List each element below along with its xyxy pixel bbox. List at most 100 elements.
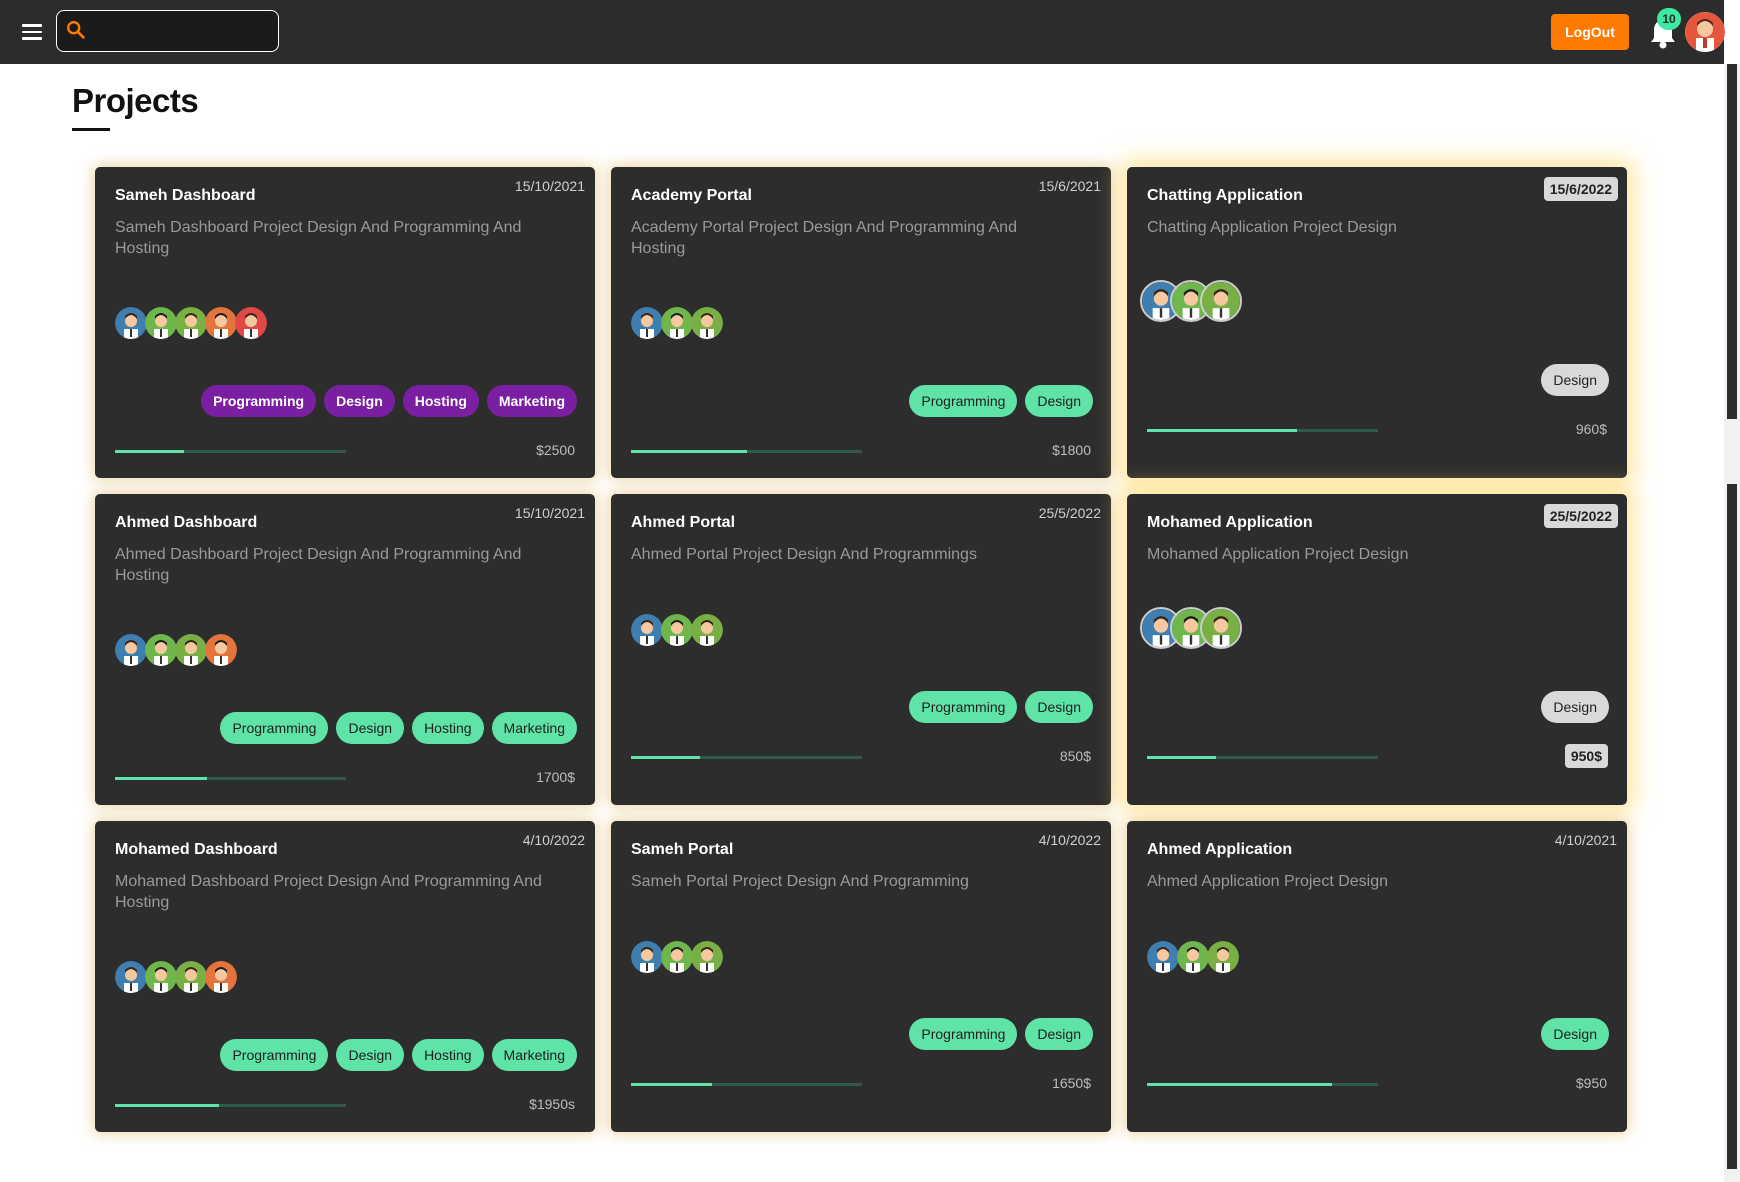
project-date: 15/6/2021	[1038, 178, 1101, 194]
tag-hosting[interactable]: Hosting	[412, 1039, 484, 1071]
tag-programming[interactable]: Programming	[909, 1018, 1018, 1050]
project-price: 1700$	[536, 769, 575, 785]
project-price: 1650$	[1052, 1075, 1091, 1091]
team-members	[1140, 607, 1242, 649]
project-card[interactable]: Mohamed Application 25/5/2022 Mohamed Appl…	[1127, 494, 1627, 805]
project-card[interactable]: Ahmed Portal 25/5/2022 Ahmed Portal Projec…	[611, 494, 1111, 805]
project-card[interactable]: Sameh Portal 4/10/2022 Sameh Portal Projec…	[611, 821, 1111, 1132]
member-avatar[interactable]	[175, 961, 207, 993]
project-title[interactable]: Chatting Application	[1147, 187, 1303, 205]
member-avatar[interactable]	[205, 634, 237, 666]
member-avatar[interactable]	[631, 307, 663, 339]
member-avatar[interactable]	[175, 634, 207, 666]
project-card[interactable]: Sameh Dashboard 15/10/2021 Sameh Dashboard…	[95, 167, 595, 478]
member-avatar[interactable]	[175, 307, 207, 339]
tag-marketing[interactable]: Marketing	[491, 712, 577, 744]
member-avatar[interactable]	[235, 307, 267, 339]
project-title[interactable]: Sameh Portal	[631, 841, 733, 859]
tag-marketing[interactable]: Marketing	[486, 385, 577, 417]
tag-design[interactable]: Design	[336, 712, 405, 744]
project-card[interactable]: Ahmed Application 4/10/2021 Ahmed Applicat…	[1127, 821, 1627, 1132]
team-members	[631, 307, 723, 339]
tag-hosting[interactable]: Hosting	[402, 385, 479, 417]
tag-programming[interactable]: Programming	[909, 385, 1018, 417]
project-title[interactable]: Ahmed Dashboard	[115, 514, 257, 532]
member-avatar[interactable]	[1147, 941, 1179, 973]
team-members	[115, 307, 267, 339]
project-tags: Programming Design	[909, 691, 1093, 723]
tag-hosting[interactable]: Hosting	[412, 712, 484, 744]
member-avatar[interactable]	[145, 961, 177, 993]
project-title[interactable]: Ahmed Application	[1147, 841, 1292, 859]
member-avatar[interactable]	[691, 941, 723, 973]
project-title[interactable]: Academy Portal	[631, 187, 752, 205]
member-avatar[interactable]	[1200, 607, 1242, 649]
member-avatar[interactable]	[691, 307, 723, 339]
project-date: 25/5/2022	[1543, 504, 1618, 528]
member-avatar[interactable]	[145, 307, 177, 339]
project-price: $2500	[536, 442, 575, 458]
progress-bar	[115, 777, 346, 780]
hamburger-menu-icon[interactable]	[22, 20, 50, 44]
progress-fill	[631, 756, 701, 759]
logout-button[interactable]: LogOut	[1551, 14, 1629, 50]
project-title[interactable]: Sameh Dashboard	[115, 187, 255, 205]
tag-design[interactable]: Design	[1025, 691, 1093, 723]
project-card[interactable]: Chatting Application 15/6/2022 Chatting Ap…	[1127, 167, 1627, 478]
tag-marketing[interactable]: Marketing	[491, 1039, 577, 1071]
scrollbar-thumb[interactable]	[1727, 64, 1737, 419]
member-avatar[interactable]	[661, 941, 693, 973]
page-scrollbar[interactable]	[1724, 64, 1740, 1182]
project-price: $1800	[1052, 442, 1091, 458]
top-navbar: LogOut 10	[0, 0, 1725, 64]
member-avatar[interactable]	[661, 614, 693, 646]
tag-design[interactable]: Design	[1025, 1018, 1093, 1050]
project-title[interactable]: Ahmed Portal	[631, 514, 735, 532]
progress-fill	[115, 777, 208, 780]
project-date: 4/10/2022	[1038, 832, 1101, 848]
project-tags: Programming Design Hosting Marketing	[201, 385, 577, 417]
member-avatar[interactable]	[1207, 941, 1239, 973]
tag-design[interactable]: Design	[336, 1039, 405, 1071]
notification-badge: 10	[1657, 8, 1681, 30]
member-avatar[interactable]	[691, 614, 723, 646]
search-box[interactable]	[56, 10, 279, 52]
project-price: 950$	[1564, 744, 1608, 768]
tag-programming[interactable]: Programming	[220, 712, 329, 744]
tag-design[interactable]: Design	[1541, 691, 1609, 723]
member-avatar[interactable]	[205, 307, 237, 339]
member-avatar[interactable]	[115, 961, 147, 993]
member-avatar[interactable]	[1177, 941, 1209, 973]
project-description: Sameh Portal Project Design And Programm…	[631, 873, 969, 890]
progress-bar	[1147, 756, 1378, 759]
project-title[interactable]: Mohamed Application	[1147, 514, 1313, 532]
member-avatar[interactable]	[661, 307, 693, 339]
member-avatar[interactable]	[145, 634, 177, 666]
project-card[interactable]: Academy Portal 15/6/2021 Academy Portal Pr…	[611, 167, 1111, 478]
project-card[interactable]: Mohamed Dashboard 4/10/2022 Mohamed Dashbo…	[95, 821, 595, 1132]
progress-fill	[1147, 756, 1217, 759]
team-members	[631, 614, 723, 646]
member-avatar[interactable]	[115, 307, 147, 339]
page-title: Projects	[72, 82, 199, 119]
tag-programming[interactable]: Programming	[909, 691, 1018, 723]
project-card[interactable]: Ahmed Dashboard 15/10/2021 Ahmed Dashboard…	[95, 494, 595, 805]
project-description: Ahmed Dashboard Project Design And Progr…	[115, 546, 522, 584]
tag-programming[interactable]: Programming	[220, 1039, 329, 1071]
member-avatar[interactable]	[631, 941, 663, 973]
tag-design[interactable]: Design	[1541, 1018, 1609, 1050]
member-avatar[interactable]	[1200, 280, 1242, 322]
tag-design[interactable]: Design	[1541, 364, 1609, 396]
project-price: 960$	[1575, 421, 1607, 437]
member-avatar[interactable]	[115, 634, 147, 666]
progress-bar	[631, 756, 862, 759]
user-avatar[interactable]	[1685, 12, 1725, 52]
tag-design[interactable]: Design	[1025, 385, 1093, 417]
member-avatar[interactable]	[631, 614, 663, 646]
member-avatar[interactable]	[205, 961, 237, 993]
progress-bar	[1147, 1083, 1378, 1086]
search-input[interactable]	[91, 11, 271, 49]
tag-design[interactable]: Design	[324, 385, 395, 417]
project-title[interactable]: Mohamed Dashboard	[115, 841, 278, 859]
tag-programming[interactable]: Programming	[201, 385, 317, 417]
